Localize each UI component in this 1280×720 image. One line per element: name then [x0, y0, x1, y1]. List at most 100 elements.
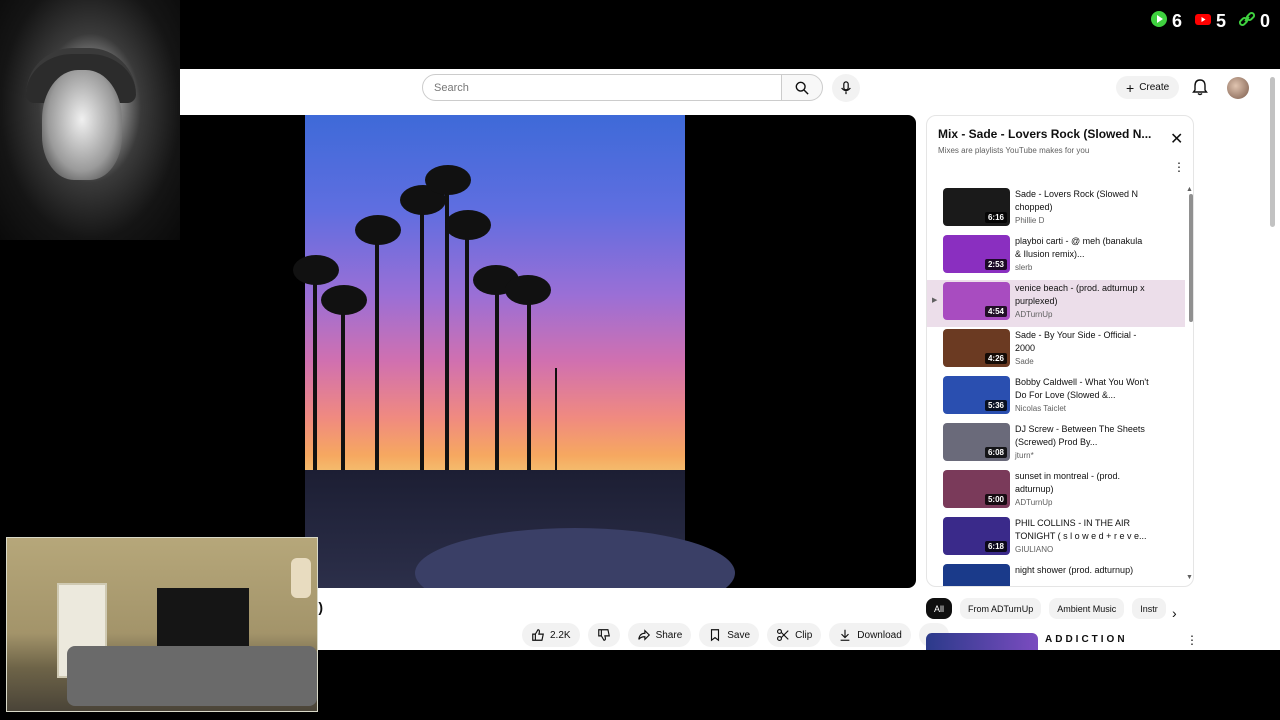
- video-player[interactable]: [74, 115, 916, 588]
- microphone-icon: [841, 81, 851, 95]
- playlist-item-title[interactable]: Sade - By Your Side - Official - 2000: [1015, 329, 1150, 355]
- clip-button[interactable]: Clip: [767, 623, 822, 647]
- playlist-item-title[interactable]: DJ Screw - Between The Sheets (Screwed) …: [1015, 423, 1150, 449]
- close-icon[interactable]: ✕: [1170, 132, 1183, 148]
- download-label: Download: [857, 629, 902, 641]
- playlist-item[interactable]: ▶ 4:54 venice beach - (prod. adturnup x pu…: [927, 280, 1185, 327]
- playlist-item[interactable]: 4:26 Sade - By Your Side - Official - 200…: [927, 327, 1185, 374]
- share-icon: [637, 629, 650, 641]
- clip-label: Clip: [795, 629, 813, 641]
- duration-badge: 4:54: [984, 306, 1007, 317]
- recommended-more-icon[interactable]: ⋮: [1186, 633, 1198, 647]
- scissors-icon: [777, 629, 789, 641]
- playlist-scrollbar[interactable]: [1189, 194, 1193, 322]
- youtube-icon: [1194, 10, 1212, 33]
- playlist-item[interactable]: 5:36 Bobby Caldwell - What You Won't Do F…: [927, 374, 1185, 421]
- playlist-thumbnail[interactable]: 6:18: [943, 517, 1010, 555]
- now-playing-icon: ▶: [932, 297, 938, 304]
- playlist-item-channel: Phillie D: [1015, 216, 1045, 225]
- playlist-thumbnail[interactable]: 5:00: [943, 470, 1010, 508]
- playlist-thumbnail[interactable]: 6:08: [943, 423, 1010, 461]
- filter-chip[interactable]: From ADTurnUp: [960, 598, 1042, 619]
- playlist-items: 6:16 Sade - Lovers Rock (Slowed N chopped…: [927, 186, 1193, 586]
- playlist-item[interactable]: 6:18 PHIL COLLINS - IN THE AIR TONIGHT ( …: [927, 515, 1185, 562]
- filter-chip[interactable]: Instr: [1132, 598, 1166, 619]
- playlist-item-title[interactable]: Sade - Lovers Rock (Slowed N chopped): [1015, 188, 1150, 214]
- search-input[interactable]: Search: [422, 74, 782, 101]
- create-button[interactable]: + Create: [1116, 76, 1180, 99]
- duration-badge: 6:08: [984, 447, 1007, 458]
- playlist-item-channel: jturn*: [1015, 451, 1034, 460]
- playlist-item-channel: ADTurnUp: [1015, 498, 1053, 507]
- counter-link: 0: [1238, 10, 1270, 33]
- playlist-thumbnail[interactable]: 2:53: [943, 235, 1010, 273]
- plus-icon: +: [1126, 79, 1135, 96]
- counter-play: 6: [1150, 10, 1182, 33]
- filter-chip[interactable]: All: [926, 598, 953, 619]
- playlist-item-channel: slerb: [1015, 263, 1033, 272]
- chevron-right-icon[interactable]: ›: [1172, 605, 1177, 621]
- playlist-item-channel: GIULIANO: [1015, 545, 1054, 554]
- bookmark-icon: [711, 629, 720, 642]
- video-frame-artwork: [293, 115, 735, 588]
- save-button[interactable]: Save: [699, 623, 760, 647]
- recommended-title[interactable]: ADDICTION: [1045, 634, 1128, 645]
- download-button[interactable]: Download: [829, 623, 911, 647]
- dislike-button[interactable]: [587, 623, 620, 647]
- playlist-item[interactable]: 6:08 DJ Screw - Between The Sheets (Screw…: [927, 421, 1185, 468]
- page-scrollbar[interactable]: [1270, 77, 1275, 227]
- share-label: Share: [655, 629, 683, 641]
- filter-chip[interactable]: Ambient Music: [1049, 598, 1125, 619]
- like-count: 2.2K: [550, 629, 571, 641]
- webcam-room-overlay: [6, 537, 318, 712]
- playlist-item-title[interactable]: Bobby Caldwell - What You Won't Do For L…: [1015, 376, 1150, 402]
- like-button[interactable]: 2.2K: [522, 623, 580, 647]
- playlist-item-channel: Nicolas Taiclet: [1015, 404, 1066, 413]
- user-avatar[interactable]: [1227, 77, 1249, 99]
- more-vertical-icon[interactable]: ⋮: [1173, 160, 1185, 174]
- top-bar: Search + Create: [74, 69, 1280, 107]
- playlist-item-channel: Sade: [1015, 357, 1034, 366]
- playlist-item-title[interactable]: venice beach - (prod. adturnup x purplex…: [1015, 282, 1150, 308]
- search-placeholder: Search: [434, 81, 469, 94]
- counter-youtube: 5: [1194, 10, 1226, 33]
- playlist-item-title[interactable]: playboi carti - @ meh (banakula & Ilusio…: [1015, 235, 1150, 261]
- download-icon: [840, 629, 850, 641]
- playlist-thumbnail[interactable]: 4:26: [943, 329, 1010, 367]
- share-button[interactable]: Share: [627, 623, 692, 647]
- link-icon: [1238, 10, 1256, 33]
- duration-badge: 6:16: [984, 212, 1007, 223]
- recommended-thumbnail[interactable]: [926, 633, 1038, 650]
- thumbs-up-icon: [532, 629, 544, 641]
- mix-playlist-panel: Mix - Sade - Lovers Rock (Slowed N... Mi…: [926, 115, 1194, 587]
- filter-chips: All From ADTurnUp Ambient Music Instr: [926, 598, 1186, 619]
- duration-badge: 4:26: [984, 353, 1007, 364]
- playlist-item-title[interactable]: night shower (prod. adturnup): [1015, 564, 1150, 586]
- thumbs-down-icon: [597, 629, 610, 641]
- playlist-item[interactable]: 6:16 Sade - Lovers Rock (Slowed N chopped…: [927, 186, 1185, 233]
- video-actions: 2.2K Share Save Clip Download •: [522, 623, 950, 647]
- stream-counters: 6 5 0: [1150, 10, 1270, 33]
- playlist-item-title[interactable]: PHIL COLLINS - IN THE AIR TONIGHT ( s l …: [1015, 517, 1150, 543]
- play-icon: [1150, 10, 1168, 33]
- search-icon: [795, 81, 809, 95]
- playlist-item[interactable]: night shower (prod. adturnup)ADTurnUp: [927, 562, 1185, 586]
- create-label: Create: [1139, 82, 1170, 93]
- duration-badge: 6:18: [984, 541, 1007, 552]
- playlist-title: Mix - Sade - Lovers Rock (Slowed N...: [938, 127, 1152, 141]
- playlist-item-title[interactable]: sunset in montreal - (prod. adturnup): [1015, 470, 1150, 496]
- playlist-item[interactable]: 2:53 playboi carti - @ meh (banakula & Il…: [927, 233, 1185, 280]
- playlist-item-channel: ADTurnUp: [1015, 310, 1053, 319]
- playlist-item[interactable]: 5:00 sunset in montreal - (prod. adturnup…: [927, 468, 1185, 515]
- playlist-thumbnail[interactable]: 6:16: [943, 188, 1010, 226]
- playlist-thumbnail[interactable]: 4:54: [943, 282, 1010, 320]
- duration-badge: 5:36: [984, 400, 1007, 411]
- webcam-face-overlay: [0, 0, 180, 240]
- playlist-subtitle: Mixes are playlists YouTube makes for yo…: [938, 146, 1090, 155]
- playlist-thumbnail[interactable]: [943, 564, 1010, 586]
- playlist-thumbnail[interactable]: 5:36: [943, 376, 1010, 414]
- voice-search-button[interactable]: [832, 74, 860, 102]
- notifications-bell-icon[interactable]: [1191, 78, 1209, 96]
- search-button[interactable]: [781, 74, 823, 101]
- scroll-down-icon[interactable]: ▼: [1186, 574, 1193, 581]
